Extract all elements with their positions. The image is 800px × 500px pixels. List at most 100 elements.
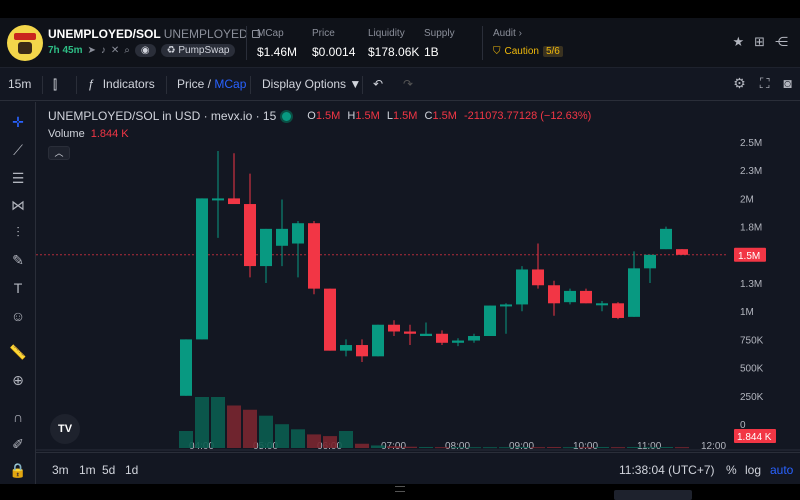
dex-badge[interactable]: ♻ PumpSwap [160, 44, 236, 57]
x-icon[interactable]: ✕ [111, 45, 119, 56]
camera-icon[interactable]: ◙ [784, 75, 792, 92]
indicators-button[interactable]: ƒ Indicators [88, 77, 155, 91]
candle-body [468, 336, 480, 341]
stat-liquidity: Liquidity $178.06K [368, 28, 419, 59]
lock-icon[interactable]: 🔒 [8, 460, 28, 480]
range-5d[interactable]: 5d [102, 463, 115, 477]
chart-area[interactable]: 2.5M2.3M2M1.8M1.5M1.3M1M750K500K250K004:… [36, 102, 800, 452]
chevron-right-icon: › [518, 28, 522, 39]
price-axis-tick: 2.5M [740, 138, 762, 149]
tiktok-icon[interactable]: ♪ [101, 45, 106, 56]
ruler-icon[interactable]: 📏 [8, 342, 28, 362]
candle-body [292, 223, 304, 244]
price-label: Price [177, 77, 205, 91]
volume-bar [195, 397, 209, 448]
pill-badge[interactable]: ◉ [134, 44, 156, 57]
stat-label: Liquidity [368, 28, 405, 39]
ohlc-low: 1.5M [392, 110, 418, 122]
toggle-slash: / [204, 77, 215, 91]
volume-bar [499, 447, 513, 449]
search-icon[interactable]: ⌕ [124, 45, 130, 56]
range-3m[interactable]: 3m [52, 463, 69, 477]
volume-bar [403, 446, 417, 448]
fullscreen-icon[interactable]: ⛶ [760, 75, 770, 92]
emoji-icon[interactable]: ☺ [8, 306, 28, 326]
telegram-icon[interactable]: ➤ [87, 45, 95, 56]
indicators-label: Indicators [102, 77, 155, 91]
volume-bar [355, 443, 369, 448]
settings-icon[interactable]: ⚙ [733, 75, 746, 92]
clock[interactable]: 11:38:04 (UTC+7) [619, 463, 715, 477]
redo-icon[interactable]: ↷ [403, 77, 413, 91]
trading-app: UNEMPLOYED/SOL UNEMPLOYED 7h 45m ➤ ♪ ✕ ⌕ … [0, 18, 800, 484]
tradingview-logo[interactable]: TV [50, 414, 80, 444]
price-axis-tick: 1.8M [740, 223, 762, 234]
auto-toggle[interactable]: auto [770, 463, 793, 477]
current-price-label: 1.5M [738, 251, 760, 262]
symbol-info: UNEMPLOYED/SOL in USD · mevx.io · 15 [48, 109, 277, 123]
star-icon[interactable]: ★ [732, 34, 744, 50]
volume-bar [307, 434, 321, 448]
audit-block[interactable]: Audit › ⛉ Caution 5/6 [493, 28, 563, 57]
display-options-button[interactable]: Display Options ▼ [262, 77, 361, 91]
trendline-icon[interactable]: ⟋ [8, 140, 28, 160]
interval-button[interactable]: 15m [8, 77, 31, 91]
candles-icon[interactable]: ⫿ [53, 77, 57, 93]
candle-body [180, 339, 192, 396]
token-age: 7h 45m [48, 45, 83, 56]
zoom-in-icon[interactable]: ⊕ [8, 370, 28, 390]
volume-bar [627, 446, 641, 448]
percent-toggle[interactable]: % [726, 463, 737, 477]
add-widget-icon[interactable]: ⊞ [754, 34, 765, 50]
volume-bar [547, 446, 561, 448]
candle-body [260, 228, 272, 267]
price-axis-tick: 1.3M [740, 279, 762, 290]
collapse-legend-button[interactable]: ︿ [48, 146, 70, 160]
log-toggle[interactable]: log [745, 463, 761, 477]
divider [362, 76, 363, 94]
range-1m[interactable]: 1m [79, 463, 96, 477]
token-logo [7, 25, 43, 61]
candle-body [532, 269, 544, 286]
price-mcap-toggle[interactable]: Price / MCap [177, 77, 246, 91]
volume-bar [643, 447, 657, 449]
candle-body [308, 223, 320, 289]
pattern-icon[interactable]: ⋈ [8, 195, 28, 215]
undo-icon[interactable]: ↶ [373, 77, 383, 91]
crosshair-icon[interactable]: ✛ [8, 112, 28, 132]
candle-body [644, 254, 656, 269]
candle-body [212, 198, 224, 201]
candlestick-chart[interactable]: 2.5M2.3M2M1.8M1.5M1.3M1M750K500K250K004:… [36, 102, 800, 452]
candle-body [596, 303, 608, 306]
volume-bar [531, 447, 545, 449]
volume-bar [595, 446, 609, 448]
candle-body [404, 331, 416, 334]
price-axis-tick: 2M [740, 194, 754, 205]
resize-handle[interactable] [395, 486, 405, 492]
price-axis-tick: 2.3M [740, 166, 762, 177]
stat-supply: Supply 1B [424, 28, 455, 59]
volume-bar [211, 397, 225, 448]
price-axis-tick: 250K [740, 392, 764, 403]
text-icon[interactable]: T [8, 278, 28, 298]
stat-value: $0.0014 [312, 45, 356, 59]
range-1d[interactable]: 1d [125, 463, 138, 477]
token-pair-name: UNEMPLOYED/SOL [48, 27, 161, 41]
volume-bar [371, 445, 385, 448]
stat-price: Price $0.0014 [312, 28, 355, 59]
volume-bar [563, 447, 577, 449]
brush-icon[interactable]: ✎ [8, 250, 28, 270]
volume-bar [659, 446, 673, 448]
bottom-tab[interactable] [614, 490, 692, 500]
header-actions: ★ ⊞ ⋲ [732, 34, 788, 50]
volume-bar [611, 447, 625, 449]
horizontal-lines-icon[interactable]: ☰ [8, 168, 28, 188]
volume-bar [467, 447, 481, 449]
drawing-toolbar: ✛ ⟋ ☰ ⋈ ⫶ ✎ T ☺ 📏 ⊕ ∩ ✐ 🔒 [0, 102, 36, 484]
magnet-icon[interactable]: ∩ [8, 407, 28, 427]
volume-bar [259, 415, 273, 448]
fib-icon[interactable]: ⫶ [8, 222, 28, 242]
share-icon[interactable]: ⋲ [775, 34, 788, 50]
lock-drawing-icon[interactable]: ✐ [8, 434, 28, 454]
volume-bar [339, 431, 353, 448]
